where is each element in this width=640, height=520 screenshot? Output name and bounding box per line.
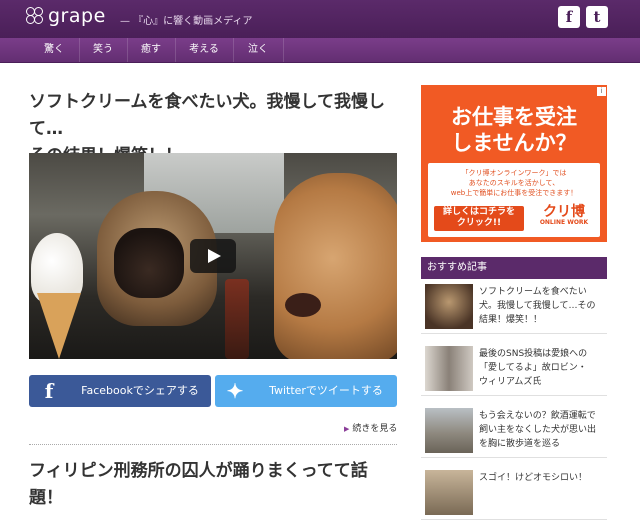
video-player[interactable] xyxy=(29,153,397,359)
sidebar-article-line: もう会えないの？飲酒運転で xyxy=(479,411,596,421)
retriever-dog xyxy=(274,173,397,359)
ad-logo: クリ博 ONLINE WORK xyxy=(531,205,597,231)
nav-item-iyasu[interactable]: 癒す xyxy=(127,38,176,62)
ad-body-line: 「クリ博オンラインワーク」では xyxy=(461,169,567,177)
ad-body-line: web上で簡単にお仕事を受注できます！ xyxy=(450,189,578,197)
nav-item-odoroku[interactable]: 驚く xyxy=(29,38,80,62)
sidebar-article-line: スゴイ！けどオモシロい！ xyxy=(479,473,588,483)
ad-logo-sub: ONLINE WORK xyxy=(539,219,589,226)
ice-cream-cone xyxy=(37,293,81,359)
article-thumbnail xyxy=(425,408,473,453)
article-title[interactable]: フィリピン刑務所の囚人が踊りまくってて話題！ xyxy=(29,458,399,512)
facebook-share-label: Facebookでシェアする xyxy=(81,384,199,397)
sidebar-article-title: スゴイ！けどオモシロい！ xyxy=(479,471,605,485)
ad-body: 「クリ博オンラインワーク」では あなたのスキルを活かして、 web上で簡単にお仕… xyxy=(434,168,594,198)
sidebar-article-title: もう会えないの？飲酒運転で 飼い主をなくした犬が思い出 を胸に散歩道を巡る xyxy=(479,409,605,451)
read-more-link[interactable]: 続きを見る xyxy=(344,421,397,434)
sidebar-article-line: 「愛してるよ」故ロビン・ xyxy=(479,363,587,373)
twitter-share-label: Twitterでツイートする xyxy=(269,384,383,397)
sidebar-article-line: 結果！爆笑！！ xyxy=(479,315,543,325)
article-title-line: ソフトクリームを食べたい犬。我慢して我慢して… xyxy=(29,92,385,139)
site-logo[interactable]: grape xyxy=(26,5,106,27)
site-header: grape — 『心』に響く動画メディア f t xyxy=(0,0,640,38)
pug-face xyxy=(114,228,184,298)
facebook-icon: f xyxy=(44,379,54,403)
twitter-share-button[interactable]: ✦ Twitterでツイートする xyxy=(215,375,397,407)
sidebar-article[interactable]: 最後のSNS投稿は愛娘への 「愛してるよ」故ロビン・ ウィリアムズ氏 xyxy=(421,343,607,396)
nav-item-kangaeru[interactable]: 考える xyxy=(175,38,234,62)
sidebar-article[interactable]: もう会えないの？飲酒運転で 飼い主をなくした犬が思い出 を胸に散歩道を巡る xyxy=(421,405,607,458)
sidebar-article[interactable]: スゴイ！けどオモシロい！ xyxy=(421,467,607,520)
site-tagline: — 『心』に響く動画メディア xyxy=(120,16,253,27)
bottle xyxy=(225,279,249,359)
sidebar-article-line: 飼い主をなくした犬が思い出 xyxy=(479,425,597,435)
ad-headline: お仕事を受注 しませんか？ xyxy=(426,104,602,156)
ad-headline-line: しませんか？ xyxy=(451,131,577,155)
sidebar-article-line: 犬。我慢して我慢して…その xyxy=(479,301,596,311)
nav-item-warau[interactable]: 笑う xyxy=(79,38,128,62)
twitter-icon[interactable]: t xyxy=(586,6,608,28)
twitter-bird-icon: ✦ xyxy=(226,379,244,403)
sidebar-article-line: ソフトクリームを食べたい xyxy=(479,287,587,297)
sidebar-article-title: 最後のSNS投稿は愛娘への 「愛してるよ」故ロビン・ ウィリアムズ氏 xyxy=(479,347,605,389)
sidebar-heading: おすすめ記事 xyxy=(421,257,607,279)
category-nav: 驚く 笑う 癒す 考える 泣く xyxy=(0,38,640,63)
ad-cta-button[interactable]: 詳しくはコチラを クリック!! xyxy=(434,206,524,231)
sidebar-heading-text: おすすめ記事 xyxy=(427,262,487,273)
ad-headline-line: お仕事を受注 xyxy=(451,105,577,129)
retriever-nose xyxy=(285,293,321,317)
sidebar-article-line: を胸に散歩道を巡る xyxy=(479,439,561,449)
grape-logo-icon xyxy=(26,7,44,25)
divider xyxy=(29,444,397,445)
nav-item-naku[interactable]: 泣く xyxy=(233,38,284,62)
ad-cta-line: クリック!! xyxy=(456,218,502,228)
facebook-icon[interactable]: f xyxy=(558,6,580,28)
ad-logo-text: クリ博 xyxy=(543,204,585,220)
sidebar-article-title: ソフトクリームを食べたい 犬。我慢して我慢して…その 結果！爆笑！！ xyxy=(479,285,605,327)
sidebar-article[interactable]: ソフトクリームを食べたい 犬。我慢して我慢して…その 結果！爆笑！！ xyxy=(421,281,607,334)
sidebar-article-line: ウィリアムズ氏 xyxy=(479,377,542,387)
ad-cta-line: 詳しくはコチラを xyxy=(442,207,515,217)
sidebar-article-line: 最後のSNS投稿は愛娘への xyxy=(479,349,588,359)
article-thumbnail xyxy=(425,470,473,515)
article-thumbnail xyxy=(425,346,473,391)
article-thumbnail xyxy=(425,284,473,329)
play-button-icon[interactable] xyxy=(190,239,236,273)
facebook-share-button[interactable]: f Facebookでシェアする xyxy=(29,375,211,407)
ad-body-line: あなたのスキルを活かして、 xyxy=(468,179,560,187)
ad-info-icon[interactable]: i xyxy=(597,87,606,96)
logo-text: grape xyxy=(48,5,106,27)
